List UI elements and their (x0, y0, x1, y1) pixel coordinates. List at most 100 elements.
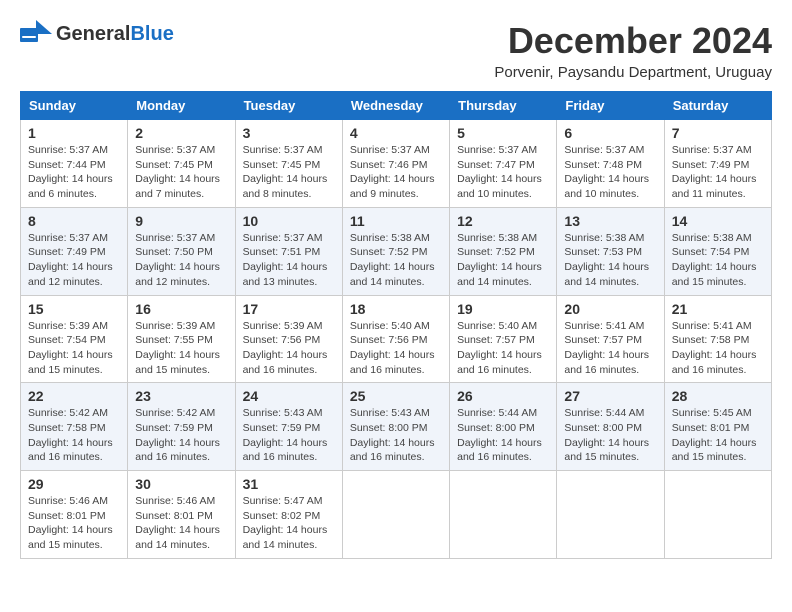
calendar-cell: 10 Sunrise: 5:37 AM Sunset: 7:51 PM Dayl… (235, 207, 342, 295)
calendar-cell: 5 Sunrise: 5:37 AM Sunset: 7:47 PM Dayli… (450, 120, 557, 208)
calendar-cell: 24 Sunrise: 5:43 AM Sunset: 7:59 PM Dayl… (235, 383, 342, 471)
calendar-cell: 12 Sunrise: 5:38 AM Sunset: 7:52 PM Dayl… (450, 207, 557, 295)
day-number: 1 (28, 125, 120, 141)
calendar-cell: 31 Sunrise: 5:47 AM Sunset: 8:02 PM Dayl… (235, 471, 342, 559)
calendar-cell: 3 Sunrise: 5:37 AM Sunset: 7:45 PM Dayli… (235, 120, 342, 208)
day-number: 30 (135, 476, 227, 492)
calendar-cell: 17 Sunrise: 5:39 AM Sunset: 7:56 PM Dayl… (235, 295, 342, 383)
day-info: Sunrise: 5:43 AM Sunset: 7:59 PM Dayligh… (243, 406, 335, 465)
day-number: 4 (350, 125, 442, 141)
day-number: 26 (457, 388, 549, 404)
day-number: 8 (28, 213, 120, 229)
day-number: 27 (564, 388, 656, 404)
day-info: Sunrise: 5:38 AM Sunset: 7:54 PM Dayligh… (672, 231, 764, 290)
day-number: 25 (350, 388, 442, 404)
weekday-header-monday: Monday (128, 92, 235, 120)
calendar-cell: 2 Sunrise: 5:37 AM Sunset: 7:45 PM Dayli… (128, 120, 235, 208)
day-info: Sunrise: 5:40 AM Sunset: 7:57 PM Dayligh… (457, 319, 549, 378)
calendar-cell: 19 Sunrise: 5:40 AM Sunset: 7:57 PM Dayl… (450, 295, 557, 383)
day-info: Sunrise: 5:39 AM Sunset: 7:55 PM Dayligh… (135, 319, 227, 378)
day-number: 31 (243, 476, 335, 492)
day-info: Sunrise: 5:44 AM Sunset: 8:00 PM Dayligh… (564, 406, 656, 465)
location-title: Porvenir, Paysandu Department, Uruguay (494, 64, 772, 81)
calendar-cell: 8 Sunrise: 5:37 AM Sunset: 7:49 PM Dayli… (21, 207, 128, 295)
week-row-5: 29 Sunrise: 5:46 AM Sunset: 8:01 PM Dayl… (21, 471, 772, 559)
month-title: December 2024 (494, 20, 772, 62)
day-info: Sunrise: 5:37 AM Sunset: 7:46 PM Dayligh… (350, 143, 442, 202)
calendar-cell: 14 Sunrise: 5:38 AM Sunset: 7:54 PM Dayl… (664, 207, 771, 295)
calendar-cell: 27 Sunrise: 5:44 AM Sunset: 8:00 PM Dayl… (557, 383, 664, 471)
calendar-cell: 20 Sunrise: 5:41 AM Sunset: 7:57 PM Dayl… (557, 295, 664, 383)
calendar-cell: 11 Sunrise: 5:38 AM Sunset: 7:52 PM Dayl… (342, 207, 449, 295)
calendar-cell: 4 Sunrise: 5:37 AM Sunset: 7:46 PM Dayli… (342, 120, 449, 208)
day-number: 7 (672, 125, 764, 141)
weekday-header-row: SundayMondayTuesdayWednesdayThursdayFrid… (21, 92, 772, 120)
calendar-cell: 9 Sunrise: 5:37 AM Sunset: 7:50 PM Dayli… (128, 207, 235, 295)
day-number: 11 (350, 213, 442, 229)
week-row-3: 15 Sunrise: 5:39 AM Sunset: 7:54 PM Dayl… (21, 295, 772, 383)
week-row-1: 1 Sunrise: 5:37 AM Sunset: 7:44 PM Dayli… (21, 120, 772, 208)
calendar-cell: 22 Sunrise: 5:42 AM Sunset: 7:58 PM Dayl… (21, 383, 128, 471)
day-number: 13 (564, 213, 656, 229)
weekday-header-thursday: Thursday (450, 92, 557, 120)
day-number: 12 (457, 213, 549, 229)
calendar-cell: 13 Sunrise: 5:38 AM Sunset: 7:53 PM Dayl… (557, 207, 664, 295)
weekday-header-wednesday: Wednesday (342, 92, 449, 120)
calendar-cell: 21 Sunrise: 5:41 AM Sunset: 7:58 PM Dayl… (664, 295, 771, 383)
calendar-cell: 15 Sunrise: 5:39 AM Sunset: 7:54 PM Dayl… (21, 295, 128, 383)
weekday-header-saturday: Saturday (664, 92, 771, 120)
day-info: Sunrise: 5:37 AM Sunset: 7:48 PM Dayligh… (564, 143, 656, 202)
day-number: 24 (243, 388, 335, 404)
calendar-cell: 1 Sunrise: 5:37 AM Sunset: 7:44 PM Dayli… (21, 120, 128, 208)
day-number: 16 (135, 301, 227, 317)
day-number: 28 (672, 388, 764, 404)
week-row-4: 22 Sunrise: 5:42 AM Sunset: 7:58 PM Dayl… (21, 383, 772, 471)
day-number: 5 (457, 125, 549, 141)
day-number: 20 (564, 301, 656, 317)
week-row-2: 8 Sunrise: 5:37 AM Sunset: 7:49 PM Dayli… (21, 207, 772, 295)
calendar-cell: 6 Sunrise: 5:37 AM Sunset: 7:48 PM Dayli… (557, 120, 664, 208)
day-number: 18 (350, 301, 442, 317)
day-number: 10 (243, 213, 335, 229)
calendar-cell: 28 Sunrise: 5:45 AM Sunset: 8:01 PM Dayl… (664, 383, 771, 471)
calendar-cell: 30 Sunrise: 5:46 AM Sunset: 8:01 PM Dayl… (128, 471, 235, 559)
day-info: Sunrise: 5:42 AM Sunset: 7:59 PM Dayligh… (135, 406, 227, 465)
day-number: 22 (28, 388, 120, 404)
logo-general: General (56, 23, 130, 45)
title-area: December 2024 Porvenir, Paysandu Departm… (494, 20, 772, 81)
day-info: Sunrise: 5:37 AM Sunset: 7:44 PM Dayligh… (28, 143, 120, 202)
day-info: Sunrise: 5:47 AM Sunset: 8:02 PM Dayligh… (243, 494, 335, 553)
calendar-cell (557, 471, 664, 559)
day-info: Sunrise: 5:46 AM Sunset: 8:01 PM Dayligh… (28, 494, 120, 553)
day-info: Sunrise: 5:38 AM Sunset: 7:52 PM Dayligh… (350, 231, 442, 290)
day-info: Sunrise: 5:38 AM Sunset: 7:52 PM Dayligh… (457, 231, 549, 290)
day-info: Sunrise: 5:42 AM Sunset: 7:58 PM Dayligh… (28, 406, 120, 465)
calendar-cell: 18 Sunrise: 5:40 AM Sunset: 7:56 PM Dayl… (342, 295, 449, 383)
calendar-cell: 29 Sunrise: 5:46 AM Sunset: 8:01 PM Dayl… (21, 471, 128, 559)
day-number: 9 (135, 213, 227, 229)
calendar-cell: 23 Sunrise: 5:42 AM Sunset: 7:59 PM Dayl… (128, 383, 235, 471)
day-info: Sunrise: 5:37 AM Sunset: 7:49 PM Dayligh… (28, 231, 120, 290)
day-number: 23 (135, 388, 227, 404)
logo-blue: Blue (130, 23, 173, 45)
day-number: 14 (672, 213, 764, 229)
day-info: Sunrise: 5:37 AM Sunset: 7:47 PM Dayligh… (457, 143, 549, 202)
weekday-header-tuesday: Tuesday (235, 92, 342, 120)
day-number: 2 (135, 125, 227, 141)
day-number: 21 (672, 301, 764, 317)
day-info: Sunrise: 5:45 AM Sunset: 8:01 PM Dayligh… (672, 406, 764, 465)
day-number: 15 (28, 301, 120, 317)
calendar-cell: 16 Sunrise: 5:39 AM Sunset: 7:55 PM Dayl… (128, 295, 235, 383)
calendar-cell: 25 Sunrise: 5:43 AM Sunset: 8:00 PM Dayl… (342, 383, 449, 471)
day-info: Sunrise: 5:37 AM Sunset: 7:45 PM Dayligh… (135, 143, 227, 202)
calendar-cell: 7 Sunrise: 5:37 AM Sunset: 7:49 PM Dayli… (664, 120, 771, 208)
day-number: 19 (457, 301, 549, 317)
weekday-header-sunday: Sunday (21, 92, 128, 120)
calendar-cell (450, 471, 557, 559)
calendar-cell: 26 Sunrise: 5:44 AM Sunset: 8:00 PM Dayl… (450, 383, 557, 471)
day-info: Sunrise: 5:39 AM Sunset: 7:54 PM Dayligh… (28, 319, 120, 378)
day-number: 17 (243, 301, 335, 317)
day-info: Sunrise: 5:37 AM Sunset: 7:49 PM Dayligh… (672, 143, 764, 202)
calendar-table: SundayMondayTuesdayWednesdayThursdayFrid… (20, 91, 772, 559)
day-info: Sunrise: 5:37 AM Sunset: 7:45 PM Dayligh… (243, 143, 335, 202)
